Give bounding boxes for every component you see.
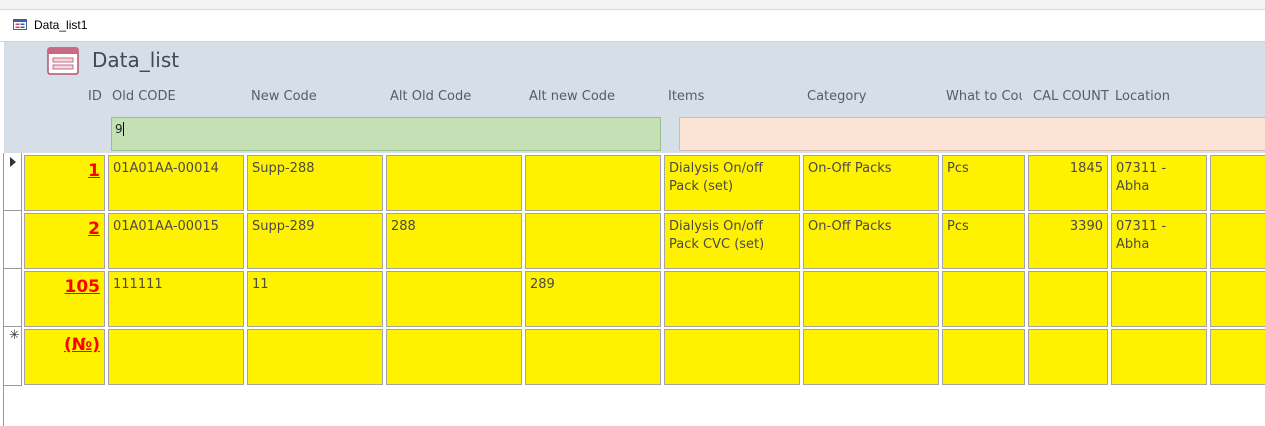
cal-count-field[interactable]: 1845 bbox=[1028, 155, 1108, 211]
search-code-value: 9 bbox=[115, 122, 123, 136]
new-record-star-icon: ✳ bbox=[9, 328, 20, 343]
category-field[interactable] bbox=[803, 271, 939, 327]
items-field[interactable] bbox=[664, 271, 800, 327]
category-field[interactable]: On-Off Packs bbox=[803, 213, 939, 269]
column-header-alt-old-code: Alt Old Code bbox=[390, 89, 472, 104]
column-header-new-code: New Code bbox=[251, 89, 317, 104]
alt-old-code-field[interactable] bbox=[386, 329, 522, 385]
alt-new-code-field[interactable] bbox=[525, 329, 661, 385]
column-header-items: Items bbox=[668, 89, 705, 104]
record-selector[interactable] bbox=[4, 269, 22, 327]
text-caret bbox=[123, 122, 124, 136]
form-header: Data_list ID Old CODE New Code Alt Old C… bbox=[4, 42, 1265, 153]
document-tab[interactable]: Data_list1 bbox=[0, 10, 1265, 42]
new-code-field[interactable] bbox=[247, 329, 383, 385]
alt-old-code-field[interactable]: 288 bbox=[386, 213, 522, 269]
column-header-category: Category bbox=[807, 89, 867, 104]
new-code-field[interactable]: 11 bbox=[247, 271, 383, 327]
column-header-id: ID bbox=[88, 89, 102, 104]
column-header-what-to-count: What to Cou bbox=[946, 89, 1022, 104]
extra-field[interactable] bbox=[1210, 213, 1265, 269]
what-to-count-field[interactable] bbox=[942, 329, 1025, 385]
cal-count-field[interactable]: 3390 bbox=[1028, 213, 1108, 269]
record-selector-new[interactable]: ✳ bbox=[4, 327, 22, 386]
items-field[interactable]: Dialysis On/off Pack (set) bbox=[664, 155, 800, 211]
old-code-field[interactable]: 01A01AA-00015 bbox=[108, 213, 244, 269]
alt-old-code-field[interactable] bbox=[386, 271, 522, 327]
what-to-count-field[interactable]: Pcs bbox=[942, 155, 1025, 211]
location-field[interactable]: 07311 - Abha bbox=[1111, 213, 1207, 269]
record-id-link[interactable]: (№) bbox=[24, 329, 105, 385]
alt-new-code-field[interactable]: 289 bbox=[525, 271, 661, 327]
record-selector-current[interactable] bbox=[4, 153, 22, 211]
extra-field[interactable] bbox=[1210, 329, 1265, 385]
items-field[interactable] bbox=[664, 329, 800, 385]
items-field[interactable]: Dialysis On/off Pack CVC (set) bbox=[664, 213, 800, 269]
form-header-icon bbox=[47, 47, 79, 75]
extra-field[interactable] bbox=[1210, 271, 1265, 327]
record-id-link[interactable]: 2 bbox=[24, 213, 105, 269]
location-field[interactable] bbox=[1111, 329, 1207, 385]
column-header-cal-count: CAL COUNT bbox=[1033, 89, 1109, 104]
old-code-field[interactable]: 01A01AA-00014 bbox=[108, 155, 244, 211]
column-header-alt-new-code: Alt new Code bbox=[529, 89, 616, 104]
alt-old-code-field[interactable] bbox=[386, 155, 522, 211]
new-code-field[interactable]: Supp-288 bbox=[247, 155, 383, 211]
form-title: Data_list bbox=[92, 48, 180, 72]
location-field[interactable]: 07311 - Abha bbox=[1111, 155, 1207, 211]
alt-new-code-field[interactable] bbox=[525, 155, 661, 211]
cal-count-field[interactable] bbox=[1028, 271, 1108, 327]
category-field[interactable]: On-Off Packs bbox=[803, 155, 939, 211]
search-code-input[interactable]: 9 bbox=[111, 117, 661, 151]
old-code-field[interactable]: 111111 bbox=[108, 271, 244, 327]
alt-new-code-field[interactable] bbox=[525, 213, 661, 269]
extra-field[interactable] bbox=[1210, 155, 1265, 211]
column-header-location: Location bbox=[1115, 89, 1170, 104]
current-record-arrow-icon bbox=[10, 157, 16, 167]
window-top-strip bbox=[0, 0, 1265, 10]
column-header-old-code: Old CODE bbox=[112, 89, 176, 104]
what-to-count-field[interactable]: Pcs bbox=[942, 213, 1025, 269]
new-code-field[interactable]: Supp-289 bbox=[247, 213, 383, 269]
location-field[interactable] bbox=[1111, 271, 1207, 327]
what-to-count-field[interactable] bbox=[942, 271, 1025, 327]
record-id-link[interactable]: 105 bbox=[24, 271, 105, 327]
category-field[interactable] bbox=[803, 329, 939, 385]
tab-title: Data_list1 bbox=[34, 18, 88, 32]
record-selector[interactable] bbox=[4, 211, 22, 269]
search-item-input[interactable] bbox=[679, 117, 1265, 151]
record-id-link[interactable]: 1 bbox=[24, 155, 105, 211]
old-code-field[interactable] bbox=[108, 329, 244, 385]
form-icon bbox=[13, 19, 27, 30]
cal-count-field[interactable] bbox=[1028, 329, 1108, 385]
